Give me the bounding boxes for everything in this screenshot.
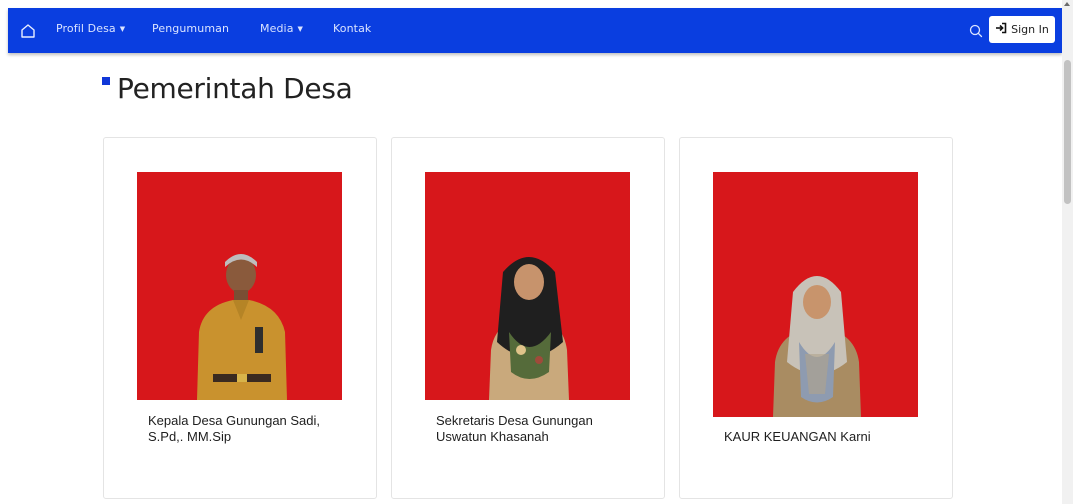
official-portrait-image (197, 254, 287, 400)
caret-down-icon: ▼ (297, 24, 304, 33)
official-caption: KAUR KEUANGAN Karni (724, 429, 871, 445)
nav-item-label: Media (260, 22, 294, 35)
browser-top-strip (0, 0, 1073, 8)
official-card-sekretaris-desa: Sekretaris Desa Gunungan Uswatun Khasana… (391, 137, 665, 499)
sign-in-button[interactable]: Sign In (989, 16, 1055, 43)
sign-in-label: Sign In (1011, 23, 1049, 36)
official-card-kaur-keuangan: KAUR KEUANGAN Karni (679, 137, 953, 499)
official-card-kepala-desa: Kepala Desa Gunungan Sadi, S.Pd,. MM.Sip (103, 137, 377, 499)
scroll-thumb[interactable] (1064, 60, 1071, 204)
official-caption: Sekretaris Desa Gunungan Uswatun Khasana… (436, 413, 593, 445)
official-photo (425, 172, 630, 400)
title-accent-square (102, 77, 110, 85)
nav-item-media[interactable]: Media ▼ (260, 22, 303, 35)
caret-down-icon: ▼ (119, 24, 126, 33)
scroll-up-arrow-icon[interactable] (1064, 2, 1070, 6)
official-photo (137, 172, 342, 400)
page-scrollbar[interactable] (1062, 0, 1073, 504)
nav-item-label: Pengumuman (152, 22, 230, 35)
nav-item-kontak[interactable]: Kontak (333, 22, 371, 35)
official-caption-line: Uswatun Khasanah (436, 429, 549, 444)
page-title: Pemerintah Desa (117, 72, 353, 105)
official-caption-line: Sekretaris Desa Gunungan (436, 413, 593, 428)
nav-item-label: Profil Desa (56, 22, 116, 35)
official-caption-line: KAUR KEUANGAN Karni (724, 429, 871, 444)
nav-item-profil-desa[interactable]: Profil Desa ▼ (56, 22, 125, 35)
official-portrait-image (489, 257, 569, 400)
home-icon[interactable] (18, 21, 38, 41)
official-photo (713, 172, 918, 417)
main-navbar: Profil Desa ▼ Pengumuman Media ▼ Kontak … (8, 8, 1062, 53)
nav-item-pengumuman[interactable]: Pengumuman (152, 22, 229, 35)
search-icon[interactable] (966, 21, 986, 41)
sign-in-icon (995, 22, 1007, 37)
official-portrait-image (773, 276, 861, 417)
nav-item-label: Kontak (333, 22, 372, 35)
official-caption-line: S.Pd,. MM.Sip (148, 429, 232, 444)
official-caption: Kepala Desa Gunungan Sadi, S.Pd,. MM.Sip (148, 413, 320, 445)
official-caption-line: Kepala Desa Gunungan Sadi, (148, 413, 321, 428)
